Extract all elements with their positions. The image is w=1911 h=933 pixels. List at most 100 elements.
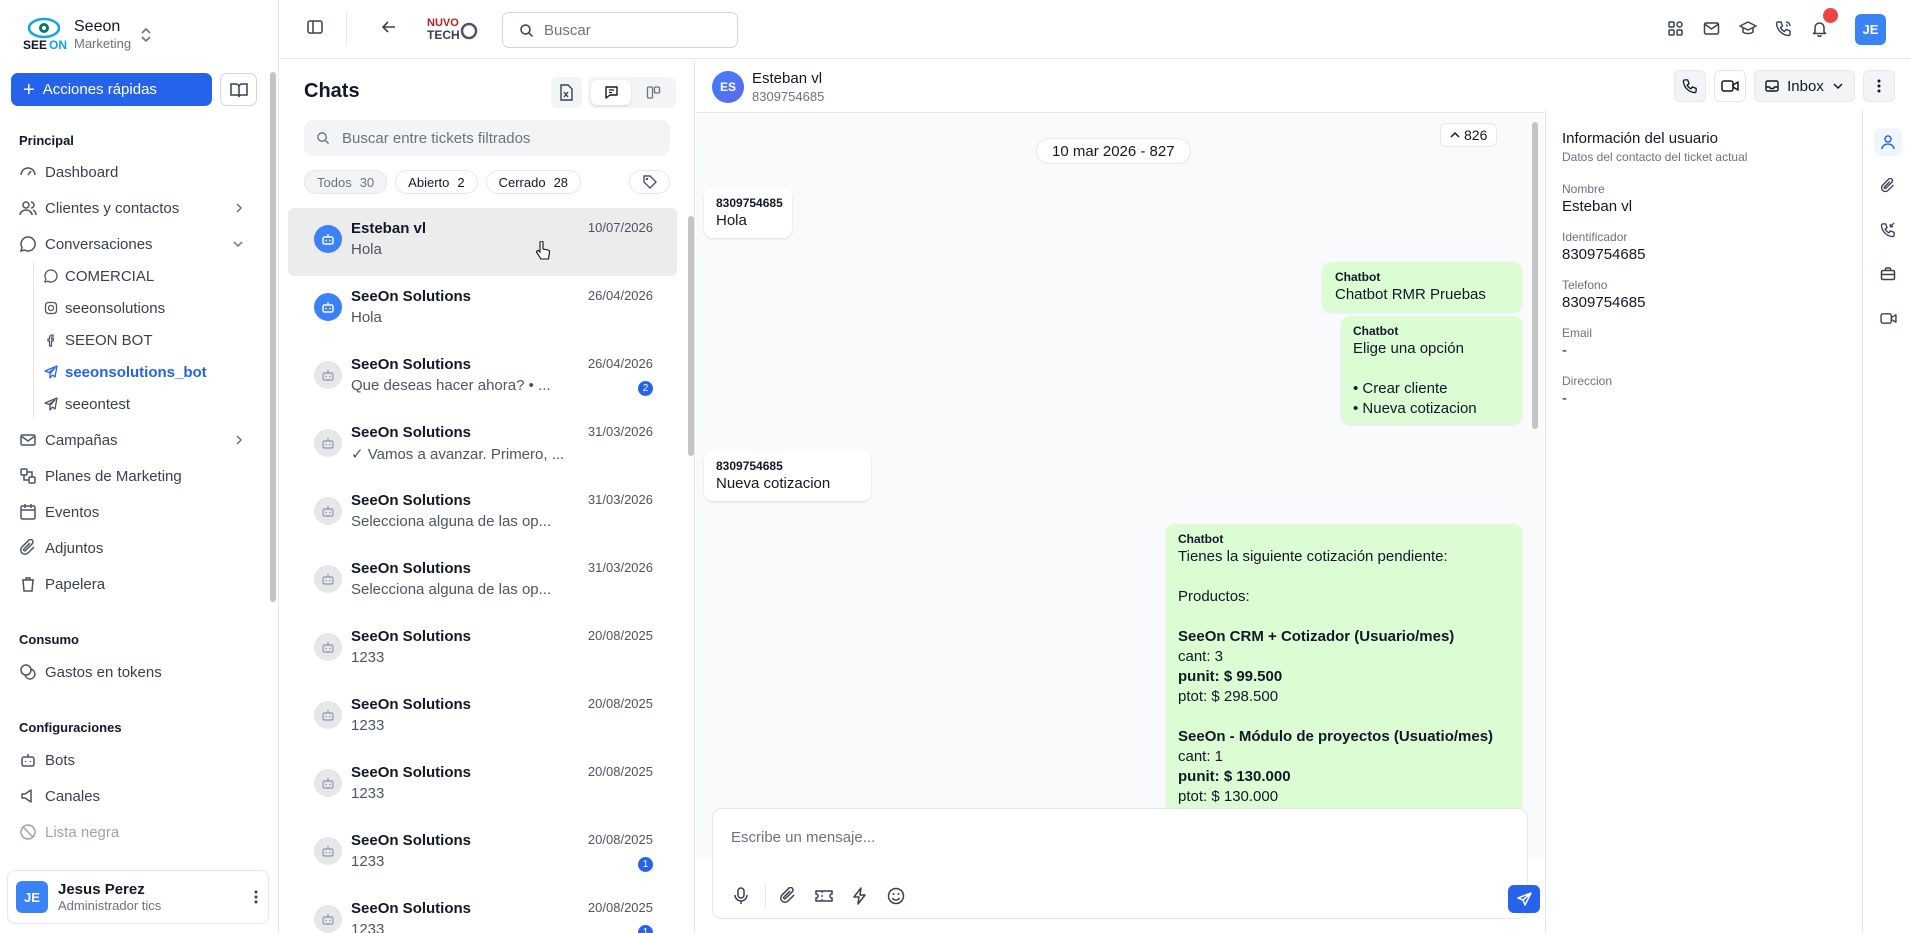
ticket-search-input[interactable]: Buscar entre tickets filtrados <box>304 120 670 156</box>
sidebar-item-adjuntos[interactable]: Adjuntos <box>19 533 244 563</box>
phone-call-icon[interactable] <box>1775 20 1792 37</box>
unread-badge: 2 <box>638 381 653 396</box>
chat-row[interactable]: SeeOn Solutions 1233 20/08/2025 <box>288 616 677 684</box>
message-text: Hola <box>716 212 747 229</box>
sidebar-item-clientes[interactable]: Clientes y contactos <box>19 193 244 223</box>
sidebar-subitem-seeonsolutions-bot[interactable]: seeonsolutions_bot <box>44 358 207 386</box>
inbox-dropdown[interactable]: Inbox <box>1754 70 1855 102</box>
video-call-button[interactable] <box>1714 70 1746 102</box>
chevron-right-icon <box>234 202 244 214</box>
toolbar-divider <box>765 885 766 907</box>
brand-switcher[interactable]: SEE ON Seeon Marketing <box>20 16 131 53</box>
lightning-icon[interactable] <box>850 886 870 906</box>
chat-row[interactable]: SeeOn Solutions 1233 20/08/2025 <box>288 684 677 752</box>
book-button[interactable] <box>220 73 257 106</box>
whatsapp-icon <box>44 269 58 283</box>
rail-user-button[interactable] <box>1874 128 1902 156</box>
chevron-updown-icon[interactable] <box>140 26 152 44</box>
sidebar-item-eventos[interactable]: Eventos <box>19 497 244 527</box>
send-button[interactable] <box>1508 885 1540 913</box>
telegram-icon <box>44 365 58 379</box>
subitem-label: seeonsolutions <box>65 299 166 317</box>
sidebar-item-conversaciones[interactable]: Conversaciones <box>19 229 244 259</box>
mail-icon[interactable] <box>1703 20 1720 37</box>
microphone-icon[interactable] <box>731 886 751 906</box>
paperclip-icon[interactable] <box>778 886 798 906</box>
chat-row[interactable]: Esteban vl Hola 10/07/2026 <box>288 208 677 276</box>
chat-row[interactable]: SeeOn Solutions 1233 20/08/2025 1 <box>288 888 677 933</box>
sidebar-subitem-seeon-bot[interactable]: SEEON BOT <box>44 326 153 354</box>
messages-scrollbar[interactable] <box>1532 122 1538 429</box>
rail-calls-button[interactable] <box>1874 216 1902 244</box>
message-incoming: 8309754685 Hola <box>704 188 792 238</box>
chat-row-name: SeeOn Solutions <box>351 356 472 373</box>
call-button[interactable] <box>1674 70 1706 102</box>
notification-dot <box>1823 8 1838 23</box>
graduation-cap-icon[interactable] <box>1739 20 1757 37</box>
filter-abierto[interactable]: Abierto 2 <box>395 170 478 194</box>
chat-row[interactable]: SeeOn Solutions 1233 20/08/2025 <box>288 752 677 820</box>
user-info-panel: Información del usuario Datos del contac… <box>1545 110 1861 933</box>
paperclip-icon <box>1880 178 1896 194</box>
emoji-icon[interactable] <box>886 886 906 906</box>
kanban-view-button[interactable] <box>633 80 673 105</box>
rail-attachments-button[interactable] <box>1874 172 1902 200</box>
bell-icon[interactable] <box>1811 20 1828 37</box>
sidebar-item-lista-negra[interactable]: Lista negra <box>19 817 244 847</box>
sidebar-subitem-seeonsolutions[interactable]: seeonsolutions <box>44 294 165 322</box>
message-text: • Crear cliente <box>1353 380 1448 397</box>
chat-row[interactable]: SeeOn Solutions ✓ Vamos a avanzar. Primer… <box>288 412 677 480</box>
sidebar-item-campanas[interactable]: Campañas <box>19 425 244 455</box>
quick-actions-button[interactable]: + Acciones rápidas <box>11 73 212 106</box>
rail-briefcase-button[interactable] <box>1874 260 1902 288</box>
sidebar-item-label: Canales <box>45 787 101 805</box>
bot-avatar-icon <box>314 361 342 389</box>
search-icon <box>519 23 534 38</box>
export-excel-button[interactable] <box>551 77 582 108</box>
tag-filter-button[interactable] <box>629 170 670 194</box>
apps-icon[interactable] <box>1667 20 1684 37</box>
sidebar-toggle-icon[interactable] <box>306 18 324 36</box>
field-value-direccion: - <box>1562 390 1567 407</box>
sidebar-scrollbar[interactable] <box>270 72 276 602</box>
header-avatar[interactable]: JE <box>1855 14 1886 45</box>
sidebar-subitem-comercial[interactable]: COMERCIAL <box>44 262 154 290</box>
sidebar-item-papelera[interactable]: Papelera <box>19 569 244 599</box>
user-card[interactable]: JE Jesus Perez Administrador tics <box>7 870 269 924</box>
global-search-input[interactable]: Buscar <box>502 12 738 48</box>
message-text: SeeOn CRM + Cotizador (Usuario/mes) <box>1178 628 1455 645</box>
message-text: punit: $ 99.500 <box>1178 668 1283 685</box>
chat-view-button[interactable] <box>591 80 631 105</box>
rail-video-button[interactable] <box>1874 304 1902 332</box>
filter-count: 30 <box>359 174 375 190</box>
chat-row[interactable]: SeeOn Solutions Hola 26/04/2026 <box>288 276 677 344</box>
chat-row-date: 20/08/2025 <box>587 628 653 643</box>
sidebar-item-tokens[interactable]: Gastos en tokens <box>19 657 244 687</box>
sidebar-item-label: Adjuntos <box>45 539 104 557</box>
field-label-telefono: Telefono <box>1562 278 1608 292</box>
chat-list-scrollbar[interactable] <box>688 216 694 456</box>
sidebar-item-planes[interactable]: Planes de Marketing <box>19 461 244 491</box>
bot-icon <box>19 751 37 769</box>
filter-todos[interactable]: Todos 30 <box>304 170 388 194</box>
filter-count: 2 <box>457 174 465 190</box>
more-options-button[interactable] <box>1863 70 1895 102</box>
message-composer[interactable]: Escribe un mensaje... <box>712 808 1540 919</box>
kebab-menu-icon[interactable] <box>254 889 258 905</box>
sidebar-subitem-seeontest[interactable]: seeontest <box>44 390 130 418</box>
load-older-button[interactable]: 826 <box>1440 123 1498 147</box>
chevron-up-icon <box>1450 131 1460 139</box>
field-label-nombre: Nombre <box>1562 182 1605 196</box>
ticket-icon[interactable] <box>814 886 834 906</box>
chat-row[interactable]: SeeOn Solutions Selecciona alguna de las … <box>288 548 677 616</box>
sidebar-item-canales[interactable]: Canales <box>19 781 244 811</box>
chat-row[interactable]: SeeOn Solutions Selecciona alguna de las … <box>288 480 677 548</box>
filter-cerrado[interactable]: Cerrado 28 <box>485 170 582 194</box>
sidebar-item-bots[interactable]: Bots <box>19 745 244 775</box>
field-value-nombre: Esteban vl <box>1562 198 1633 215</box>
chat-row[interactable]: SeeOn Solutions Que deseas hacer ahora? •… <box>288 344 677 412</box>
video-icon <box>1879 312 1897 325</box>
sidebar-item-dashboard[interactable]: Dashboard <box>19 157 244 187</box>
back-arrow-icon[interactable] <box>380 18 398 36</box>
chat-row[interactable]: SeeOn Solutions 1233 20/08/2025 1 <box>288 820 677 888</box>
